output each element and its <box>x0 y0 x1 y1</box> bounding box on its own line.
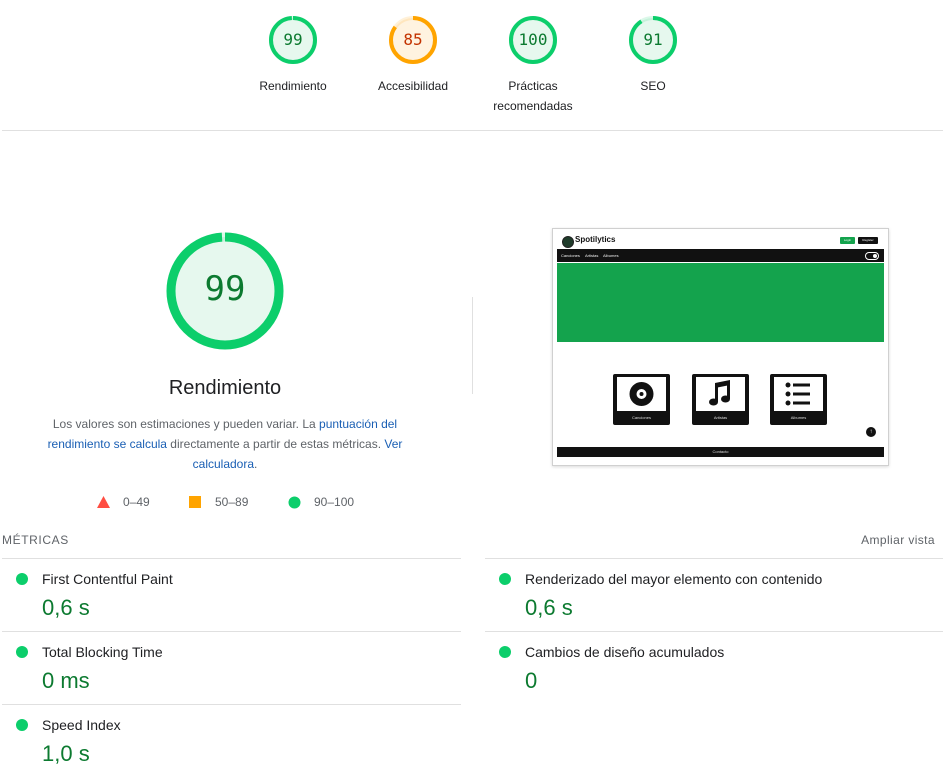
gauge-label: SEO <box>640 79 666 93</box>
disc-icon <box>629 382 654 406</box>
metric-lcp: Renderizado del mayor elemento con conte… <box>485 559 925 631</box>
pass-circle-icon <box>499 646 511 658</box>
card-artistas: Artistas <box>692 374 749 425</box>
hero-banner <box>557 263 884 342</box>
gauge-score: 85 <box>403 30 423 49</box>
final-screenshot[interactable]: Spotilytics Login Register Canciones Art… <box>552 228 889 466</box>
divider <box>2 130 943 131</box>
metric-cls: Cambios de diseño acumulados 0 <box>485 632 925 704</box>
gauge-best-practices[interactable]: 100 Prácticas recomendadas <box>473 14 593 116</box>
gauge-score: 91 <box>643 30 663 49</box>
gauge-label: Rendimiento <box>259 79 327 93</box>
metric-name: Cambios de diseño acumulados <box>525 644 725 660</box>
nav-item: Canciones <box>561 253 580 258</box>
card-label: Albumes <box>790 415 807 420</box>
score-legend: 0–49 50–89 90–100 <box>0 493 450 511</box>
register-button: Register <box>858 237 878 244</box>
gauge-seo[interactable]: 91 SEO <box>593 14 713 96</box>
legend-range: 0–49 <box>123 495 150 509</box>
metric-name: Renderizado del mayor elemento con conte… <box>525 571 823 587</box>
site-footer: Contacto <box>557 447 884 457</box>
pass-circle-icon <box>499 573 511 585</box>
legend-range: 90–100 <box>314 495 355 509</box>
nav-item: Albumes <box>603 253 619 258</box>
performance-score: 99 <box>204 269 246 309</box>
metric-value: 0,6 s <box>525 595 573 620</box>
metric-name: Total Blocking Time <box>42 644 163 660</box>
scroll-top-icon: ↑ <box>866 427 876 437</box>
triangle-icon <box>97 496 110 508</box>
metric-value: 1,0 s <box>42 741 90 766</box>
login-button: Login <box>840 237 855 244</box>
logo-icon <box>562 236 574 248</box>
card-label: Canciones <box>632 415 651 420</box>
metric-fcp: First Contentful Paint 0,6 s <box>2 559 442 631</box>
vertical-divider <box>472 297 473 394</box>
metric-name: First Contentful Paint <box>42 571 173 587</box>
music-note-icon <box>709 380 730 406</box>
pass-circle-icon <box>16 573 28 585</box>
category-scores: 99 Rendimiento 85 Accesibilidad 100 Prác… <box>0 0 945 130</box>
gauge-label: Accesibilidad <box>377 79 449 93</box>
circle-icon <box>288 496 301 509</box>
card-albumes: Albumes <box>770 374 827 425</box>
site-nav: Canciones Artistas Albumes <box>557 249 884 262</box>
description-text: . <box>254 457 258 471</box>
gauge-score: 99 <box>283 30 303 49</box>
performance-description: Los valores son estimaciones y pueden va… <box>36 414 414 474</box>
pass-circle-icon <box>16 719 28 731</box>
gauge-accessibility[interactable]: 85 Accesibilidad <box>353 14 473 96</box>
metric-tbt: Total Blocking Time 0 ms <box>2 632 442 704</box>
gauge-score: 100 <box>518 30 548 49</box>
metrics-title: MÉTRICAS <box>2 533 69 547</box>
legend-range: 50–89 <box>215 495 249 509</box>
list-icon <box>785 382 810 406</box>
pass-circle-icon <box>16 646 28 658</box>
expand-view-toggle[interactable]: Ampliar vista <box>861 533 935 547</box>
theme-toggle-icon <box>865 252 879 260</box>
square-icon <box>189 496 201 508</box>
performance-title: Rendimiento <box>168 377 282 399</box>
card-label: Artistas <box>713 415 728 420</box>
metric-value: 0 <box>525 668 538 693</box>
metric-speed-index: Speed Index 1,0 s <box>2 705 442 777</box>
description-text: Los valores son estimaciones y pueden va… <box>52 417 320 431</box>
card-canciones: Canciones <box>613 374 670 425</box>
metric-name: Speed Index <box>42 717 121 733</box>
gauge-label: Prácticas recomendadas <box>493 79 573 113</box>
description-text: directamente a partir de estas métricas. <box>166 437 385 451</box>
nav-item: Artistas <box>585 253 599 258</box>
site-brand: Spotilytics <box>575 235 616 244</box>
metric-value: 0,6 s <box>42 595 90 620</box>
gauge-performance[interactable]: 99 Rendimiento <box>233 14 353 96</box>
metric-value: 0 ms <box>42 668 90 693</box>
